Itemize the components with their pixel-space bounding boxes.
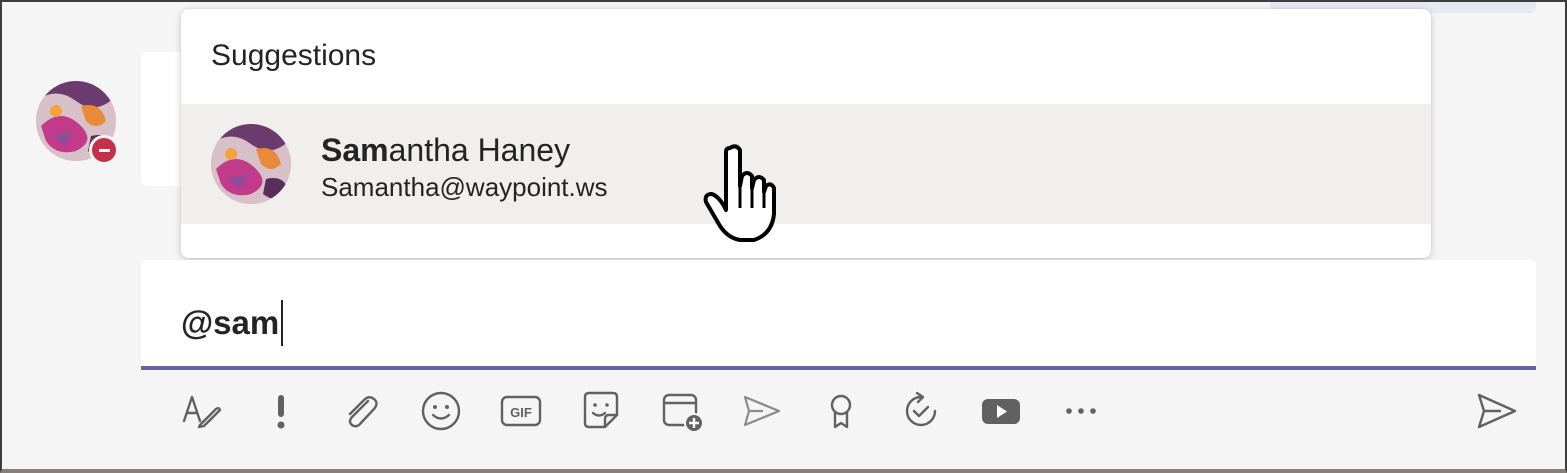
- sticker-icon: [583, 391, 619, 429]
- name-rest: antha Haney: [388, 132, 571, 168]
- praise-icon: [830, 394, 852, 429]
- send-icon: [1477, 393, 1517, 429]
- suggestions-header: Suggestions: [211, 39, 377, 72]
- send-button[interactable]: [1474, 388, 1520, 434]
- suggestion-item[interactable]: Samantha Haney Samantha@waypoint.ws: [181, 104, 1431, 224]
- svg-text:GIF: GIF: [510, 405, 532, 420]
- schedule-meeting-button[interactable]: [659, 388, 705, 434]
- sticker-button[interactable]: [578, 388, 624, 434]
- presence-badge: [89, 135, 119, 165]
- schedule-meeting-icon: [662, 393, 704, 433]
- stream-button[interactable]: [738, 388, 784, 434]
- emoji-button[interactable]: [418, 388, 464, 434]
- gif-icon: GIF: [500, 395, 542, 427]
- compose-value: @sam: [181, 304, 280, 341]
- attach-icon: [348, 396, 378, 428]
- video-button[interactable]: [978, 388, 1024, 434]
- avatar-image: [211, 124, 291, 204]
- loop-button[interactable]: [898, 388, 944, 434]
- compose-toolbar: GIF: [0, 380, 1567, 440]
- do-not-disturb-icon: [92, 138, 116, 162]
- more-button[interactable]: [1058, 388, 1104, 434]
- hand-cursor-icon: [703, 144, 776, 242]
- message-compose-box[interactable]: @sam: [141, 260, 1536, 370]
- format-icon: [182, 395, 222, 429]
- format-button[interactable]: [177, 388, 223, 434]
- more-icon: [1066, 408, 1096, 414]
- name-match: Sam: [321, 132, 389, 168]
- attach-button[interactable]: [337, 388, 383, 434]
- suggestion-name: Samantha Haney: [321, 132, 570, 169]
- loop-icon: [905, 391, 937, 427]
- gif-button[interactable]: GIF: [498, 388, 544, 434]
- suggestion-avatar: [211, 124, 291, 204]
- text-caret: [281, 300, 284, 346]
- video-icon: [982, 399, 1020, 424]
- compose-input[interactable]: @sam: [181, 300, 284, 346]
- important-icon: [277, 395, 285, 429]
- emoji-icon: [421, 391, 461, 431]
- important-button[interactable]: [258, 388, 304, 434]
- suggestions-popup: Suggestions Samantha Haney Samantha@wayp…: [181, 9, 1431, 258]
- suggestion-email: Samantha@waypoint.ws: [321, 172, 608, 202]
- praise-button[interactable]: [818, 388, 864, 434]
- stream-icon: [743, 395, 781, 427]
